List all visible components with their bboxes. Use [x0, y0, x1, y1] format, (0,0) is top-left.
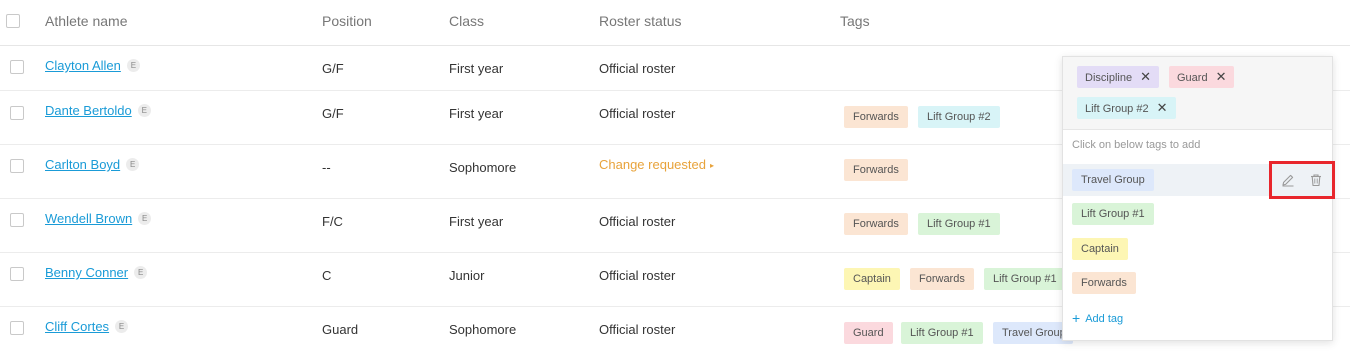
roster-status-cell: Official roster [599, 61, 676, 76]
tag-option-row[interactable]: Captain [1063, 233, 1332, 265]
roster-status-cell: Official roster [599, 268, 676, 283]
tag-lift-group-1[interactable]: Lift Group #1 [901, 322, 983, 344]
table-header: Athlete name Position Class Roster statu… [0, 0, 1350, 46]
remove-tag-icon[interactable]: ✕ [1216, 69, 1227, 84]
tag-travel-group[interactable]: Travel Group [993, 322, 1073, 344]
row-checkbox[interactable] [10, 321, 24, 335]
athlete-name-link[interactable]: Benny Conner [45, 265, 128, 280]
row-checkbox[interactable] [10, 106, 24, 120]
tag-option-row[interactable]: Forwards [1063, 267, 1332, 299]
plus-icon: + [1072, 310, 1081, 326]
position-cell: G/F [322, 61, 344, 76]
athlete-name-cell: Wendell Brown E [45, 211, 152, 226]
tag-captain[interactable]: Captain [844, 268, 900, 290]
tag-option-captain[interactable]: Captain [1072, 238, 1128, 260]
tag-option-row[interactable]: Lift Group #1 [1063, 198, 1332, 230]
athlete-name-cell: Cliff Cortes E [45, 319, 129, 334]
tag-lift-group-2[interactable]: Lift Group #2 [918, 106, 1000, 128]
selected-tag-lift-group-2: Lift Group #2 ✕ [1077, 97, 1176, 119]
selected-tag-guard: Guard ✕ [1169, 66, 1235, 88]
remove-tag-icon[interactable]: ✕ [1140, 69, 1151, 84]
roster-status-cell: Official roster [599, 322, 676, 337]
caret-right-icon: ▸ [709, 161, 714, 170]
row-checkbox[interactable] [10, 159, 24, 173]
add-tag-button[interactable]: + Add tag [1072, 310, 1123, 326]
pencil-icon[interactable] [1281, 173, 1295, 187]
roster-status-cell: Official roster [599, 106, 676, 121]
athlete-name-cell: Dante Bertoldo E [45, 103, 151, 118]
selected-tag-label: Lift Group #2 [1085, 103, 1149, 115]
eligibility-badge: E [137, 104, 151, 117]
eligibility-badge: E [134, 266, 148, 279]
tag-lift-group-1[interactable]: Lift Group #1 [918, 213, 1000, 235]
eligibility-badge: E [126, 158, 140, 171]
athlete-name-cell: Clayton Allen E [45, 58, 140, 73]
position-cell: C [322, 268, 332, 283]
selected-tags-area: Discipline ✕ Guard ✕ Lift Group #2 ✕ [1063, 57, 1332, 130]
selected-tag-label: Guard [1177, 72, 1208, 84]
tag-guard[interactable]: Guard [844, 322, 893, 344]
roster-status-cell: Official roster [599, 214, 676, 229]
class-cell: Sophomore [449, 160, 517, 175]
class-cell: Sophomore [449, 322, 517, 337]
column-header-tags[interactable]: Tags [840, 13, 870, 29]
row-checkbox[interactable] [10, 60, 24, 74]
add-tag-label: Add tag [1085, 313, 1124, 325]
eligibility-badge: E [138, 212, 152, 225]
trash-icon[interactable] [1309, 173, 1323, 187]
tag-option-travel-group[interactable]: Travel Group [1072, 169, 1154, 191]
tag-lift-group-1[interactable]: Lift Group #1 [984, 268, 1066, 290]
athlete-name-link[interactable]: Clayton Allen [45, 58, 121, 73]
class-cell: First year [449, 61, 504, 76]
row-checkbox[interactable] [10, 213, 24, 227]
remove-tag-icon[interactable]: ✕ [1157, 100, 1168, 115]
class-cell: Junior [449, 268, 485, 283]
tag-forwards[interactable]: Forwards [910, 268, 974, 290]
position-cell: F/C [322, 214, 343, 229]
eligibility-badge: E [115, 320, 129, 333]
column-header-athlete-name[interactable]: Athlete name [45, 13, 128, 29]
selected-tag-label: Discipline [1085, 72, 1133, 84]
tag-forwards[interactable]: Forwards [844, 213, 908, 235]
tag-hint-text: Click on below tags to add [1072, 139, 1201, 151]
athlete-name-link[interactable]: Wendell Brown [45, 211, 132, 226]
eligibility-badge: E [126, 59, 140, 72]
position-cell: -- [322, 160, 331, 175]
position-cell: Guard [322, 322, 359, 337]
tag-option-forwards[interactable]: Forwards [1072, 272, 1136, 294]
class-cell: First year [449, 214, 504, 229]
roster-status-change-requested[interactable]: Change requested ▸ [599, 157, 714, 172]
tag-actions-highlight [1269, 161, 1335, 199]
select-all-checkbox[interactable] [6, 14, 20, 28]
tag-forwards[interactable]: Forwards [844, 159, 908, 181]
athlete-name-cell: Carlton Boyd E [45, 157, 140, 172]
column-header-roster-status[interactable]: Roster status [599, 13, 681, 29]
position-cell: G/F [322, 106, 344, 121]
athlete-name-link[interactable]: Dante Bertoldo [45, 103, 132, 118]
athlete-name-cell: Benny Conner E [45, 265, 148, 280]
class-cell: First year [449, 106, 504, 121]
column-header-position[interactable]: Position [322, 13, 372, 29]
column-header-class[interactable]: Class [449, 13, 484, 29]
selected-tag-discipline: Discipline ✕ [1077, 66, 1159, 88]
tag-option-lift-group-1[interactable]: Lift Group #1 [1072, 203, 1154, 225]
row-checkbox[interactable] [10, 267, 24, 281]
tag-forwards[interactable]: Forwards [844, 106, 908, 128]
roster-status-label: Change requested [599, 157, 706, 172]
athlete-name-link[interactable]: Cliff Cortes [45, 319, 109, 334]
athlete-name-link[interactable]: Carlton Boyd [45, 157, 120, 172]
